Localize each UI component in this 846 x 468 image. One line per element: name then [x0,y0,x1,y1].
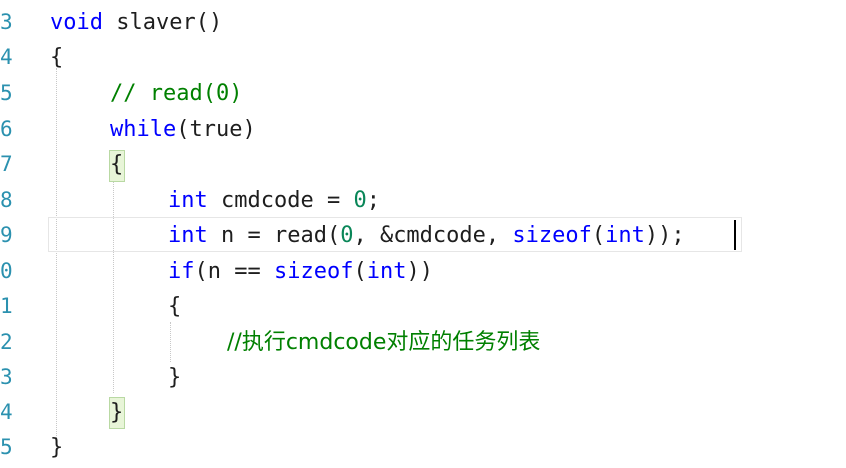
code-line[interactable]: } [50,430,63,465]
code-line[interactable]: if(n == sizeof(int)) [168,254,433,289]
code-line[interactable]: while(true) [110,112,256,147]
indent-guide [56,68,57,438]
code-line[interactable]: { [110,147,123,182]
code-area[interactable]: void slaver() { // read(0) while(true) {… [0,0,846,468]
code-line[interactable]: { [168,289,181,324]
indent-guide [113,178,114,393]
code-editor[interactable]: 3 4 5 6 7 8 9 0 1 2 3 4 5 void slaver() … [0,0,846,468]
code-line[interactable]: } [110,395,123,430]
indent-guide [170,322,171,362]
code-line[interactable]: int n = read(0, &cmdcode, sizeof(int)); [168,218,685,253]
code-line[interactable]: // read(0) [110,76,242,111]
code-line[interactable]: { [50,40,63,75]
code-line[interactable]: //执行cmdcode对应的任务列表 [227,325,540,360]
code-line[interactable]: } [168,360,181,395]
code-line[interactable]: void slaver() [50,5,222,40]
text-cursor [734,220,736,250]
code-line[interactable]: int cmdcode = 0; [168,183,380,218]
